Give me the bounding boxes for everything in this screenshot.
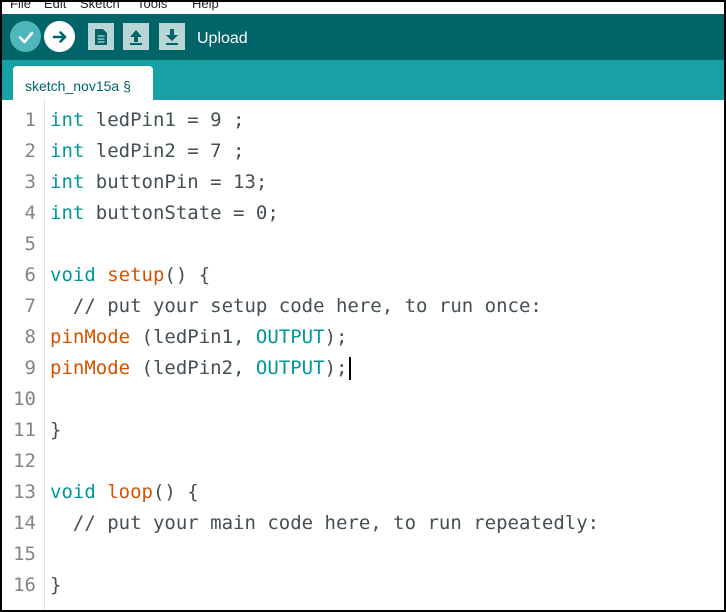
keyword-token: OUTPUT xyxy=(255,357,325,379)
line-number: 15 xyxy=(13,543,36,565)
line-number: 2 xyxy=(24,140,36,162)
line-number: 4 xyxy=(24,202,36,224)
code-token: buttonPin = 13; xyxy=(84,171,268,193)
code-token: ); xyxy=(324,326,348,348)
code-text: int ledPin1 = 9 ; xyxy=(50,105,244,136)
code-line[interactable]: 8 pinMode (ledPin1, OUTPUT); xyxy=(2,322,724,353)
code-line[interactable]: 11} xyxy=(2,415,724,446)
function-token: loop xyxy=(107,481,153,503)
code-line[interactable]: 9 pinMode (ledPin2, OUTPUT); xyxy=(2,353,724,384)
code-text: int buttonPin = 13; xyxy=(50,167,267,198)
menu-help[interactable]: Help xyxy=(192,2,219,11)
keyword-token: void xyxy=(50,264,96,286)
line-number: 3 xyxy=(24,171,36,193)
menu-tools[interactable]: Tools xyxy=(137,2,167,11)
code-line[interactable]: 2 int ledPin2 = 7 ; xyxy=(2,136,724,167)
line-number: 8 xyxy=(24,326,36,348)
code-token: (ledPin2, xyxy=(130,357,256,379)
keyword-token: OUTPUT xyxy=(255,326,325,348)
code-token: // put your setup code here, to run once… xyxy=(50,295,542,317)
menu-edit[interactable]: Edit xyxy=(44,2,66,11)
code-line[interactable]: 3 int buttonPin = 13; xyxy=(2,167,724,198)
code-line[interactable]: 16} xyxy=(2,570,724,601)
line-number: 9 xyxy=(24,357,36,379)
code-line[interactable]: 15 xyxy=(2,539,724,570)
line-number: 16 xyxy=(13,574,36,596)
keyword-token: int xyxy=(50,171,85,193)
code-token: () { xyxy=(164,264,211,286)
line-number: 11 xyxy=(13,419,36,441)
open-icon xyxy=(130,29,142,45)
code-token: // put your main code here, to run repea… xyxy=(50,512,600,534)
code-text: // put your main code here, to run repea… xyxy=(50,508,599,539)
code-token: (ledPin1, xyxy=(130,326,256,348)
function-token: setup xyxy=(107,264,165,286)
code-text: } xyxy=(50,570,61,601)
line-number: 1 xyxy=(24,109,36,131)
code-line[interactable]: 13 void loop() { xyxy=(2,477,724,508)
arduino-ide-window: File Edit Sketch Tools Help Upload sketc… xyxy=(0,0,726,612)
code-line[interactable]: 1 int ledPin1 = 9 ; xyxy=(2,105,724,136)
line-number: 14 xyxy=(13,512,36,534)
line-number: 7 xyxy=(24,295,36,317)
line-number: 12 xyxy=(13,450,36,472)
code-text: pinMode (ledPin2, OUTPUT); xyxy=(50,353,352,384)
code-line[interactable]: 4 int buttonState = 0; xyxy=(2,198,724,229)
open-button[interactable] xyxy=(123,23,149,50)
code-token: ledPin1 = 9 ; xyxy=(84,109,245,131)
keyword-token: int xyxy=(50,202,85,224)
keyword-token: void xyxy=(50,481,96,503)
code-text: void loop() { xyxy=(50,477,199,508)
code-line[interactable]: 6 void setup() { xyxy=(2,260,724,291)
save-icon xyxy=(166,28,178,45)
code-line[interactable]: 5 xyxy=(2,229,724,260)
code-token: ledPin2 = 7 ; xyxy=(84,140,245,162)
code-token: () { xyxy=(152,481,199,503)
code-line[interactable]: 14 // put your main code here, to run re… xyxy=(2,508,724,539)
code-token: ); xyxy=(324,357,348,379)
save-button[interactable] xyxy=(159,23,185,50)
menu-sketch[interactable]: Sketch xyxy=(80,2,120,11)
line-number: 10 xyxy=(13,388,36,410)
code-text: void setup() { xyxy=(50,260,210,291)
function-token: pinMode xyxy=(50,357,131,379)
menu-file[interactable]: File xyxy=(10,2,31,11)
code-line[interactable]: 10 xyxy=(2,384,724,415)
code-text: pinMode (ledPin1, OUTPUT); xyxy=(50,322,347,353)
upload-arrow-icon xyxy=(52,30,66,43)
new-icon xyxy=(95,28,107,45)
menu-bar: File Edit Sketch Tools Help xyxy=(2,2,724,14)
text-cursor xyxy=(349,357,352,380)
keyword-token: int xyxy=(50,140,85,162)
code-line[interactable]: 12 xyxy=(2,446,724,477)
tab-sketch[interactable]: sketch_nov15a § xyxy=(13,66,153,100)
line-number: 13 xyxy=(13,481,36,503)
toolbar-status-label: Upload xyxy=(197,30,248,47)
code-token: buttonState = 0; xyxy=(84,202,279,224)
tab-strip: sketch_nov15a § xyxy=(2,60,724,100)
code-text: } xyxy=(50,415,61,446)
function-token: pinMode xyxy=(50,326,131,348)
verify-button[interactable] xyxy=(10,21,41,52)
keyword-token: int xyxy=(50,109,85,131)
upload-button[interactable] xyxy=(44,21,75,52)
code-text: int ledPin2 = 7 ; xyxy=(50,136,244,167)
new-button[interactable] xyxy=(88,23,114,50)
code-line[interactable]: 7 // put your setup code here, to run on… xyxy=(2,291,724,322)
verify-icon xyxy=(18,31,33,43)
code-editor[interactable]: 1 int ledPin1 = 9 ; 2 int ledPin2 = 7 ; 3 int… xyxy=(2,100,724,610)
toolbar: Upload xyxy=(2,14,724,60)
code-token: } xyxy=(50,419,62,441)
code-text: // put your setup code here, to run once… xyxy=(50,291,542,322)
code-token: } xyxy=(50,574,62,596)
tab-label: sketch_nov15a § xyxy=(25,78,131,94)
code-text: int buttonState = 0; xyxy=(50,198,279,229)
line-number: 6 xyxy=(24,264,36,286)
line-number: 5 xyxy=(24,233,36,255)
